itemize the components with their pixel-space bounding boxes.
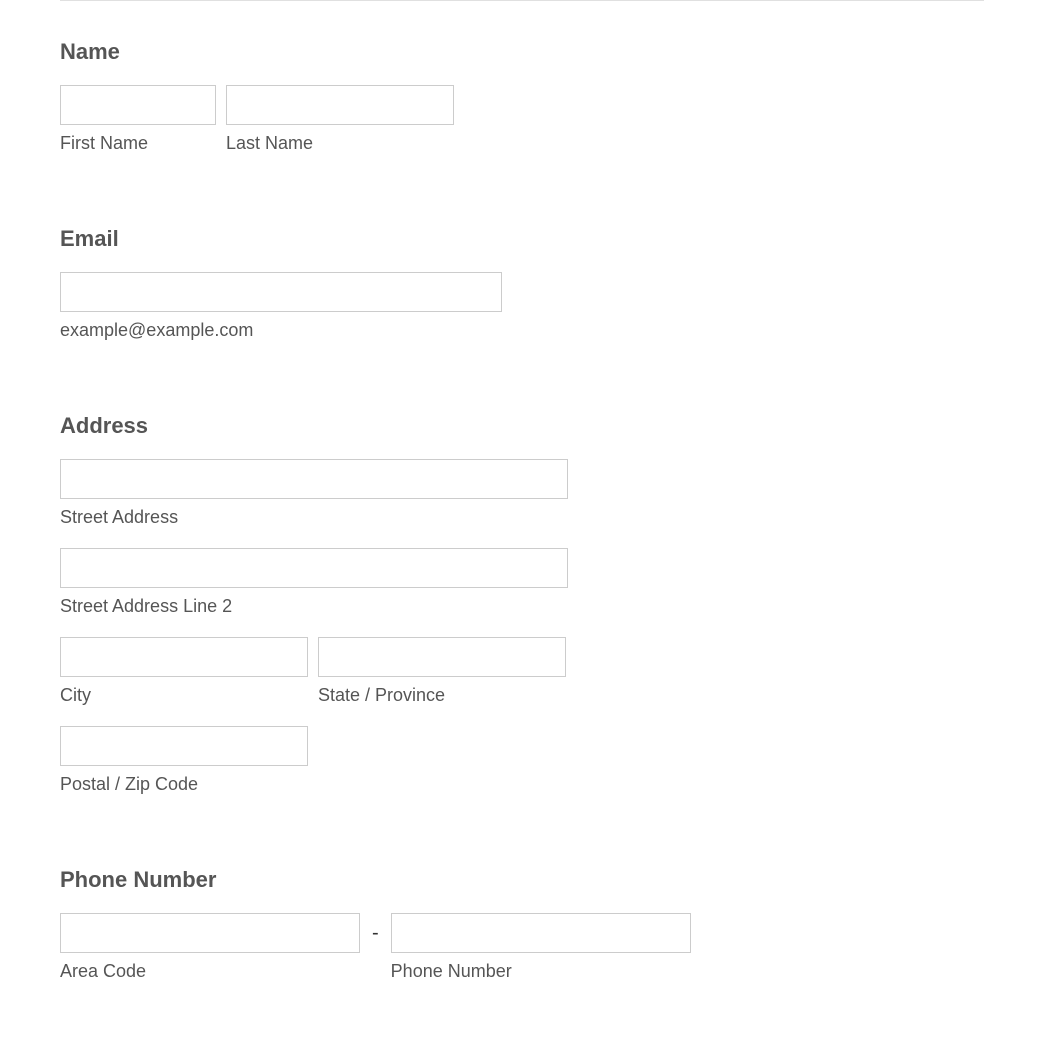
postal-label: Postal / Zip Code <box>60 774 308 795</box>
address-heading: Address <box>60 413 984 439</box>
last-name-group: Last Name <box>226 85 454 154</box>
address-section: Address Street Address Street Address Li… <box>60 413 984 795</box>
email-section: Email example@example.com <box>60 226 984 341</box>
street1-group: Street Address <box>60 459 568 528</box>
street2-row: Street Address Line 2 <box>60 548 984 617</box>
state-label: State / Province <box>318 685 566 706</box>
phone-section: Phone Number Area Code - Phone Number <box>60 867 984 982</box>
street2-group: Street Address Line 2 <box>60 548 568 617</box>
phone-number-input[interactable] <box>391 913 691 953</box>
city-group: City <box>60 637 308 706</box>
street-address-2-input[interactable] <box>60 548 568 588</box>
phone-separator: - <box>370 913 381 953</box>
phone-number-group: Phone Number <box>391 913 691 982</box>
first-name-group: First Name <box>60 85 216 154</box>
phone-heading: Phone Number <box>60 867 984 893</box>
form-container: Name First Name Last Name Email example@… <box>0 0 1044 982</box>
city-input[interactable] <box>60 637 308 677</box>
phone-row: Area Code - Phone Number <box>60 913 984 982</box>
postal-group: Postal / Zip Code <box>60 726 308 795</box>
postal-row: Postal / Zip Code <box>60 726 984 795</box>
postal-input[interactable] <box>60 726 308 766</box>
first-name-label: First Name <box>60 133 216 154</box>
name-section: Name First Name Last Name <box>60 39 984 154</box>
city-state-row: City State / Province <box>60 637 984 706</box>
first-name-input[interactable] <box>60 85 216 125</box>
street-address-label: Street Address <box>60 507 568 528</box>
email-row: example@example.com <box>60 272 984 341</box>
city-label: City <box>60 685 308 706</box>
area-code-group: Area Code <box>60 913 360 982</box>
area-code-label: Area Code <box>60 961 360 982</box>
last-name-input[interactable] <box>226 85 454 125</box>
email-input[interactable] <box>60 272 502 312</box>
name-row: First Name Last Name <box>60 85 984 154</box>
top-divider <box>60 0 984 1</box>
phone-number-label: Phone Number <box>391 961 691 982</box>
state-input[interactable] <box>318 637 566 677</box>
state-group: State / Province <box>318 637 566 706</box>
email-heading: Email <box>60 226 984 252</box>
name-heading: Name <box>60 39 984 65</box>
street1-row: Street Address <box>60 459 984 528</box>
email-group: example@example.com <box>60 272 502 341</box>
street-address-2-label: Street Address Line 2 <box>60 596 568 617</box>
email-label: example@example.com <box>60 320 502 341</box>
area-code-input[interactable] <box>60 913 360 953</box>
last-name-label: Last Name <box>226 133 454 154</box>
street-address-input[interactable] <box>60 459 568 499</box>
